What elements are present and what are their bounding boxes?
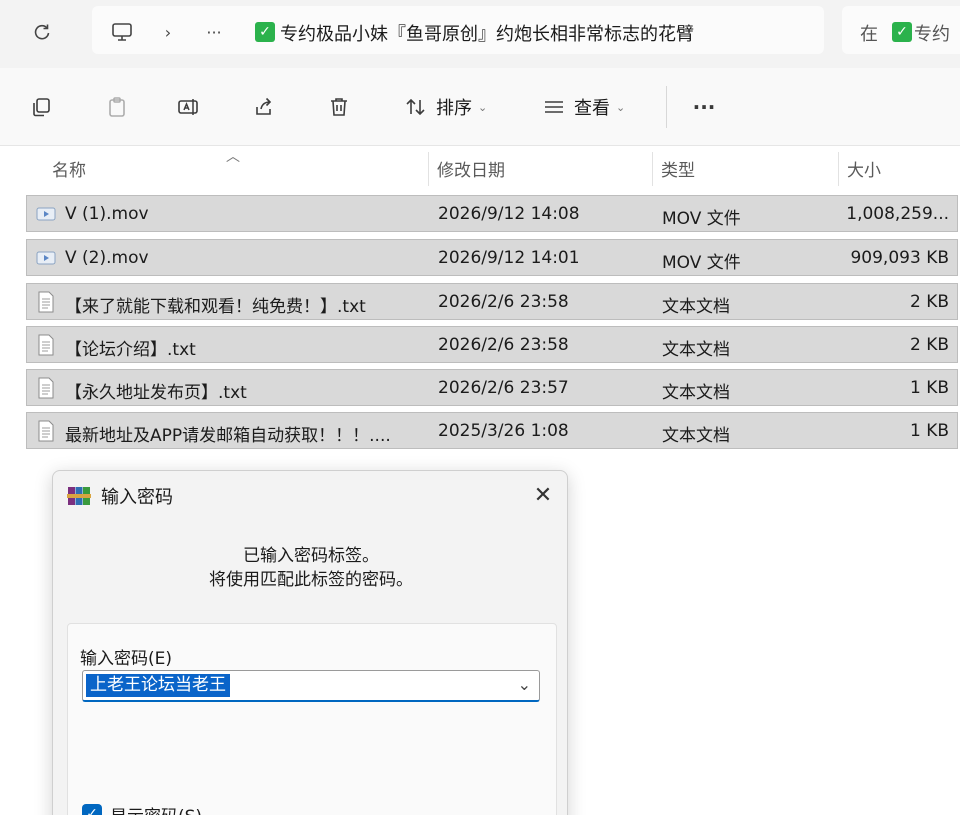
copy-icon	[33, 98, 50, 117]
chevron-down-icon[interactable]: ⌄	[518, 675, 531, 694]
column-name[interactable]: 名称	[52, 156, 86, 181]
file-row[interactable]: 【来了就能下载和观看！纯免费！】.txt 2026/2/6 23:58 文本文档…	[26, 283, 958, 320]
file-type: 文本文档	[662, 340, 730, 360]
view-lines-icon	[545, 101, 563, 113]
file-size: 2 KB	[909, 292, 949, 312]
file-type: 文本文档	[662, 426, 730, 446]
file-name: V (1).mov	[65, 204, 149, 224]
file-row[interactable]: 【永久地址发布页】.txt 2026/2/6 23:57 文本文档 1 KB	[26, 369, 958, 406]
view-label: 查看	[574, 98, 610, 119]
file-date: 2026/9/12 14:01	[438, 248, 580, 268]
column-type[interactable]: 类型	[661, 156, 695, 181]
copy-button[interactable]	[24, 90, 58, 124]
column-divider[interactable]	[428, 152, 429, 186]
search-placeholder-tail: 专约	[914, 24, 950, 45]
trash-icon	[331, 98, 347, 116]
column-date[interactable]: 修改日期	[437, 156, 505, 181]
password-field[interactable]: 上老王论坛当老王 ⌄	[82, 670, 540, 702]
file-row[interactable]: 【论坛介绍】.txt 2026/2/6 23:58 文本文档 2 KB	[26, 326, 958, 363]
column-divider[interactable]	[652, 152, 653, 186]
sort-button[interactable]: 排序 ⌄	[404, 90, 487, 124]
breadcrumb-current-folder[interactable]: 专约极品小妹『鱼哥原创』约炮长相非常标志的花臂	[280, 20, 694, 46]
monitor-icon	[112, 23, 132, 41]
share-icon	[256, 97, 272, 115]
file-size: 909,093 KB	[850, 248, 949, 268]
file-date: 2026/2/6 23:58	[438, 292, 569, 312]
file-name: 【永久地址发布页】.txt	[65, 383, 247, 403]
rename-button[interactable]	[172, 90, 206, 124]
file-row[interactable]: 最新地址及APP请发邮箱自动获取！！！.... 2025/3/26 1:08 文…	[26, 412, 958, 449]
column-divider[interactable]	[838, 152, 839, 186]
paste-icon	[109, 97, 125, 117]
column-header: ︿ 名称 修改日期 类型 大小	[0, 146, 960, 192]
file-name: 【来了就能下载和观看！纯免费！】.txt	[65, 297, 366, 317]
close-button[interactable]: ✕	[525, 477, 561, 513]
video-file-icon	[35, 246, 57, 270]
winrar-logo-icon	[67, 485, 91, 507]
file-name: V (2).mov	[65, 248, 149, 268]
search-check-icon: ✓	[892, 22, 912, 42]
file-name: 【论坛介绍】.txt	[65, 340, 196, 360]
text-file-icon	[35, 376, 57, 400]
more-icon: ···	[692, 95, 716, 119]
view-button[interactable]: 查看 ⌄	[542, 90, 625, 124]
dialog-message-line1: 已输入密码标签。	[243, 546, 379, 566]
sort-icon	[406, 98, 425, 116]
toolbar-divider	[666, 86, 667, 128]
file-row[interactable]: V (2).mov 2026/9/12 14:01 MOV 文件 909,093…	[26, 239, 958, 276]
sort-label: 排序	[436, 98, 472, 119]
file-size: 1 KB	[909, 421, 949, 441]
chevron-down-icon: ⌄	[616, 100, 626, 114]
file-size: 1 KB	[909, 378, 949, 398]
file-date: 2025/3/26 1:08	[438, 421, 569, 441]
more-options-button[interactable]: ···	[686, 90, 722, 124]
command-bar: 排序 ⌄ 查看 ⌄ ···	[0, 68, 960, 146]
search-prefix: 在	[860, 24, 878, 45]
breadcrumb-chevron[interactable]: ›	[150, 16, 186, 48]
dialog-title: 输入密码	[101, 487, 173, 508]
column-size[interactable]: 大小	[847, 156, 881, 181]
folder-check-icon: ✓	[255, 22, 275, 42]
show-password-label[interactable]: 显示密码(S)	[110, 802, 202, 815]
file-date: 2026/2/6 23:57	[438, 378, 569, 398]
address-bar-area: › ··· ✓ 专约极品小妹『鱼哥原创』约炮长相非常标志的花臂 在 ✓ 专约	[0, 0, 960, 68]
file-type: 文本文档	[662, 297, 730, 317]
file-name: 最新地址及APP请发邮箱自动获取！！！....	[65, 426, 391, 446]
file-date: 2026/2/6 23:58	[438, 335, 569, 355]
this-pc-button[interactable]	[104, 16, 140, 48]
show-password-checkbox[interactable]: ✓	[82, 804, 102, 815]
sort-ascending-icon: ︿	[226, 149, 240, 165]
breadcrumb-more-button[interactable]: ···	[196, 16, 232, 48]
chevron-right-icon: ›	[164, 22, 172, 42]
file-type: MOV 文件	[662, 253, 741, 273]
password-label: 输入密码(E)	[80, 649, 173, 669]
refresh-button[interactable]	[24, 16, 60, 48]
search-input[interactable]: 在 ✓ 专约	[842, 6, 960, 54]
file-type: MOV 文件	[662, 209, 741, 229]
file-date: 2026/9/12 14:08	[438, 204, 580, 224]
file-size: 2 KB	[909, 335, 949, 355]
delete-button[interactable]	[322, 90, 356, 124]
dialog-message-line2: 将使用匹配此标签的密码。	[209, 570, 413, 590]
refresh-icon	[34, 24, 50, 40]
password-dialog: 输入密码 ✕ 已输入密码标签。 将使用匹配此标签的密码。 输入密码(E) 上老王…	[52, 470, 568, 815]
text-file-icon	[35, 333, 57, 357]
text-file-icon	[35, 419, 57, 443]
chevron-down-icon: ⌄	[478, 100, 488, 114]
file-size: 1,008,259...	[846, 204, 949, 224]
password-panel: 输入密码(E) 上老王论坛当老王 ⌄ ✓ 显示密码(S)	[67, 623, 557, 815]
share-button[interactable]	[247, 90, 281, 124]
password-value[interactable]: 上老王论坛当老王	[86, 674, 230, 697]
rename-icon	[178, 99, 198, 115]
file-type: 文本文档	[662, 383, 730, 403]
close-icon: ✕	[533, 482, 553, 508]
video-file-icon	[35, 202, 57, 226]
paste-button[interactable]	[100, 90, 134, 124]
file-row[interactable]: V (1).mov 2026/9/12 14:08 MOV 文件 1,008,2…	[26, 195, 958, 232]
text-file-icon	[35, 290, 57, 314]
